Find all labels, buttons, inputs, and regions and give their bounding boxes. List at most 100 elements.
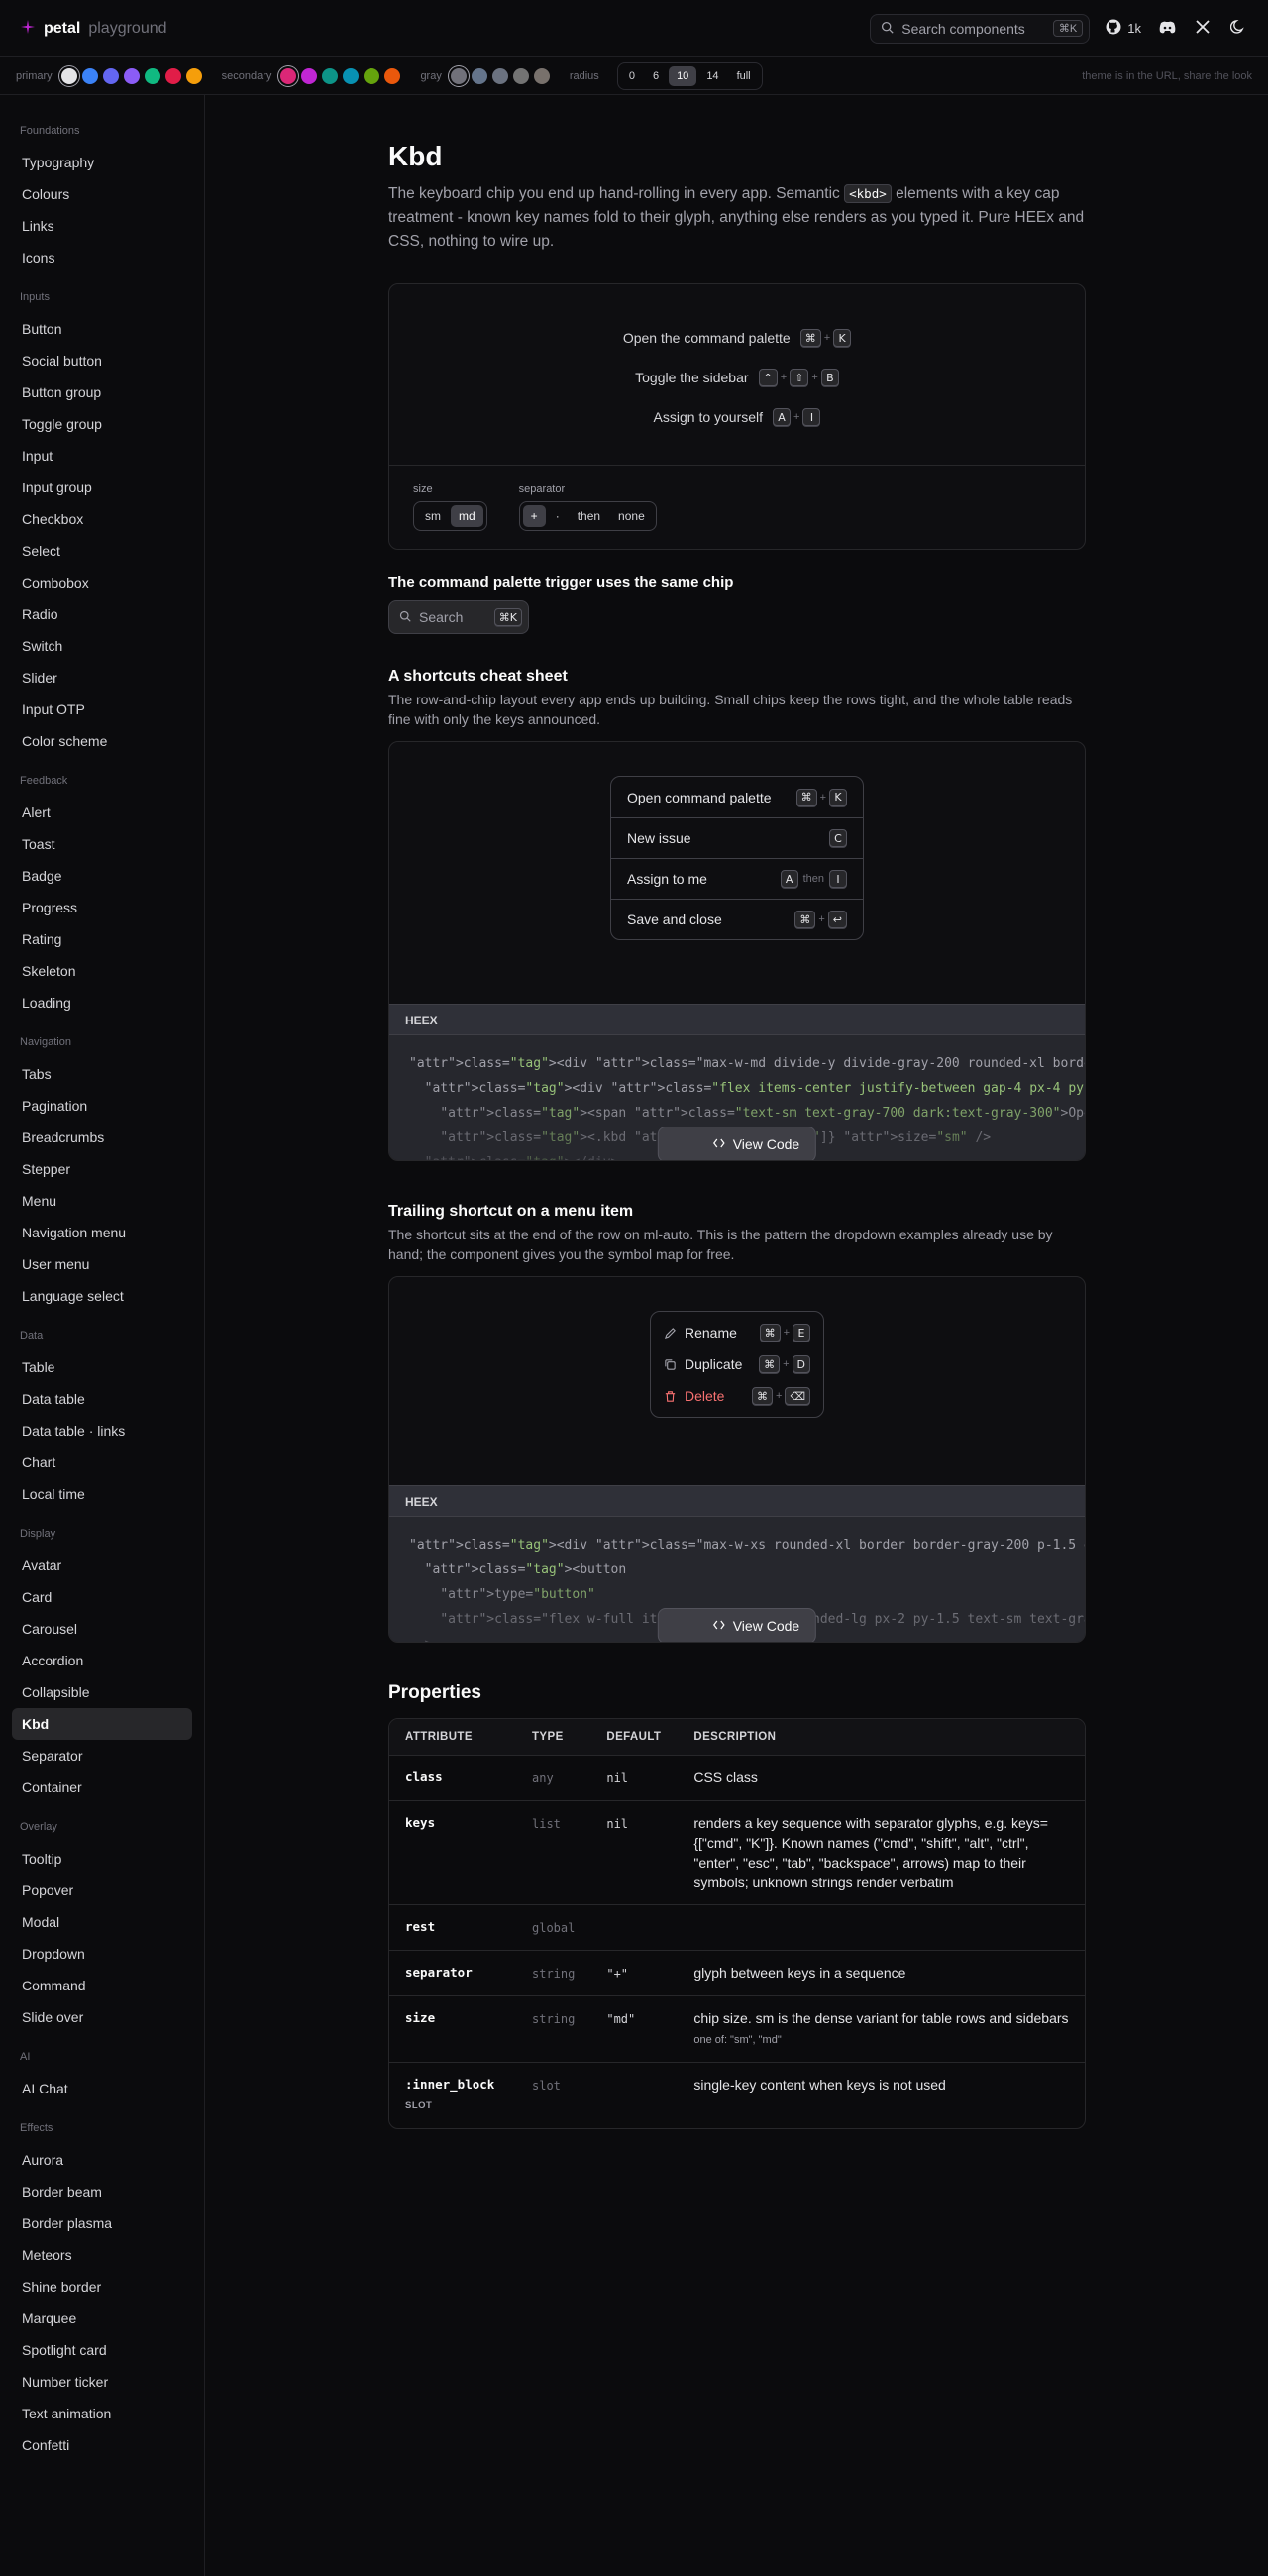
- separator-option[interactable]: then: [570, 505, 608, 527]
- color-swatch[interactable]: [123, 67, 140, 84]
- sidebar-item[interactable]: AI Chat: [12, 2073, 192, 2104]
- sidebar-item[interactable]: Modal: [12, 1906, 192, 1938]
- color-swatch[interactable]: [512, 67, 529, 84]
- sidebar-item[interactable]: Menu: [12, 1185, 192, 1217]
- color-swatch[interactable]: [491, 67, 508, 84]
- sidebar-item[interactable]: Checkbox: [12, 503, 192, 535]
- size-option[interactable]: md: [451, 505, 483, 527]
- sidebar-item[interactable]: Loading: [12, 987, 192, 1019]
- brand[interactable]: petal playground: [20, 19, 167, 38]
- color-swatch[interactable]: [81, 67, 98, 84]
- sidebar-item[interactable]: Typography: [12, 147, 192, 178]
- sidebar-item[interactable]: Breadcrumbs: [12, 1122, 192, 1153]
- sidebar-item[interactable]: Text animation: [12, 2398, 192, 2429]
- sidebar-item[interactable]: Button: [12, 313, 192, 345]
- sidebar-item[interactable]: Confetti: [12, 2429, 192, 2461]
- sidebar-item[interactable]: Progress: [12, 892, 192, 923]
- sidebar-item[interactable]: Skeleton: [12, 955, 192, 987]
- color-swatch[interactable]: [60, 67, 77, 84]
- color-swatch[interactable]: [164, 67, 181, 84]
- sidebar-item[interactable]: User menu: [12, 1248, 192, 1280]
- sidebar-item[interactable]: Border beam: [12, 2176, 192, 2207]
- dark-mode-toggle[interactable]: [1228, 19, 1248, 39]
- color-swatch[interactable]: [301, 67, 318, 84]
- sidebar-item[interactable]: Badge: [12, 860, 192, 892]
- sidebar-item[interactable]: Aurora: [12, 2144, 192, 2176]
- sidebar-item[interactable]: Tooltip: [12, 1843, 192, 1875]
- color-swatch[interactable]: [450, 67, 467, 84]
- sidebar-item[interactable]: Input OTP: [12, 694, 192, 725]
- sidebar-item[interactable]: Select: [12, 535, 192, 567]
- sidebar-item[interactable]: Container: [12, 1771, 192, 1803]
- sidebar-item[interactable]: Chart: [12, 1447, 192, 1478]
- sidebar-item[interactable]: Local time: [12, 1478, 192, 1510]
- sidebar-item[interactable]: Rating: [12, 923, 192, 955]
- discord-button[interactable]: [1157, 19, 1177, 39]
- sidebar-item[interactable]: Avatar: [12, 1550, 192, 1581]
- view-code-button[interactable]: View Code: [657, 1127, 817, 1160]
- sidebar-item[interactable]: Stepper: [12, 1153, 192, 1185]
- view-code-button[interactable]: View Code: [657, 1608, 817, 1642]
- sidebar-item[interactable]: Color scheme: [12, 725, 192, 757]
- sidebar-item[interactable]: Input: [12, 440, 192, 472]
- sidebar-item[interactable]: Command: [12, 1970, 192, 2001]
- sidebar-item[interactable]: Pagination: [12, 1090, 192, 1122]
- menu-item-delete[interactable]: Delete ⌘ + ⌫: [656, 1380, 818, 1412]
- separator-option[interactable]: ·: [548, 505, 568, 527]
- radius-option[interactable]: 0: [621, 66, 643, 86]
- sidebar-item[interactable]: Card: [12, 1581, 192, 1613]
- separator-option[interactable]: +: [522, 505, 546, 527]
- sidebar-item[interactable]: Number ticker: [12, 2366, 192, 2398]
- sidebar-item[interactable]: Spotlight card: [12, 2334, 192, 2366]
- sidebar-item[interactable]: Accordion: [12, 1645, 192, 1676]
- sidebar-item[interactable]: Kbd: [12, 1708, 192, 1740]
- sidebar-item[interactable]: Popover: [12, 1875, 192, 1906]
- radius-option[interactable]: full: [729, 66, 759, 86]
- sidebar-item[interactable]: Marquee: [12, 2303, 192, 2334]
- sidebar-item[interactable]: Dropdown: [12, 1938, 192, 1970]
- sidebar-item[interactable]: Collapsible: [12, 1676, 192, 1708]
- color-swatch[interactable]: [384, 67, 401, 84]
- sidebar-item[interactable]: Data table · links: [12, 1415, 192, 1447]
- radius-option[interactable]: 14: [698, 66, 726, 86]
- sidebar-item[interactable]: Button group: [12, 376, 192, 408]
- radius-option[interactable]: 6: [645, 66, 667, 86]
- sidebar-item[interactable]: Social button: [12, 345, 192, 376]
- sidebar-item[interactable]: Combobox: [12, 567, 192, 598]
- sidebar-item[interactable]: Table: [12, 1351, 192, 1383]
- sidebar-item[interactable]: Shine border: [12, 2271, 192, 2303]
- sidebar-item[interactable]: Meteors: [12, 2239, 192, 2271]
- menu-item-rename[interactable]: Rename ⌘ + E: [656, 1317, 818, 1348]
- color-swatch[interactable]: [280, 67, 297, 84]
- sidebar-item[interactable]: Input group: [12, 472, 192, 503]
- color-swatch[interactable]: [533, 67, 550, 84]
- color-swatch[interactable]: [364, 67, 380, 84]
- color-swatch[interactable]: [144, 67, 160, 84]
- sidebar-item[interactable]: Links: [12, 210, 192, 242]
- color-swatch[interactable]: [471, 67, 487, 84]
- sidebar-item[interactable]: Slider: [12, 662, 192, 694]
- radius-option[interactable]: 10: [669, 65, 697, 86]
- sidebar-item[interactable]: Data table: [12, 1383, 192, 1415]
- color-swatch[interactable]: [102, 67, 119, 84]
- sidebar-item[interactable]: Language select: [12, 1280, 192, 1312]
- color-swatch[interactable]: [185, 67, 202, 84]
- github-link[interactable]: 1k: [1106, 19, 1141, 38]
- sidebar-item[interactable]: Border plasma: [12, 2207, 192, 2239]
- color-swatch[interactable]: [322, 67, 339, 84]
- sidebar-item[interactable]: Separator: [12, 1740, 192, 1771]
- sidebar-item[interactable]: Alert: [12, 797, 192, 828]
- search-button[interactable]: Search components ⌘K: [870, 13, 1091, 44]
- size-option[interactable]: sm: [417, 505, 449, 527]
- color-swatch[interactable]: [343, 67, 360, 84]
- sidebar-item[interactable]: Tabs: [12, 1058, 192, 1090]
- sidebar-item[interactable]: Icons: [12, 242, 192, 273]
- command-palette-trigger[interactable]: Search ⌘K: [388, 600, 529, 634]
- separator-option[interactable]: none: [610, 505, 653, 527]
- sidebar-item[interactable]: Toggle group: [12, 408, 192, 440]
- sidebar-item[interactable]: Toast: [12, 828, 192, 860]
- sidebar-item[interactable]: Navigation menu: [12, 1217, 192, 1248]
- sidebar-item[interactable]: Radio: [12, 598, 192, 630]
- sidebar-item[interactable]: Switch: [12, 630, 192, 662]
- x-twitter-button[interactable]: [1193, 19, 1213, 39]
